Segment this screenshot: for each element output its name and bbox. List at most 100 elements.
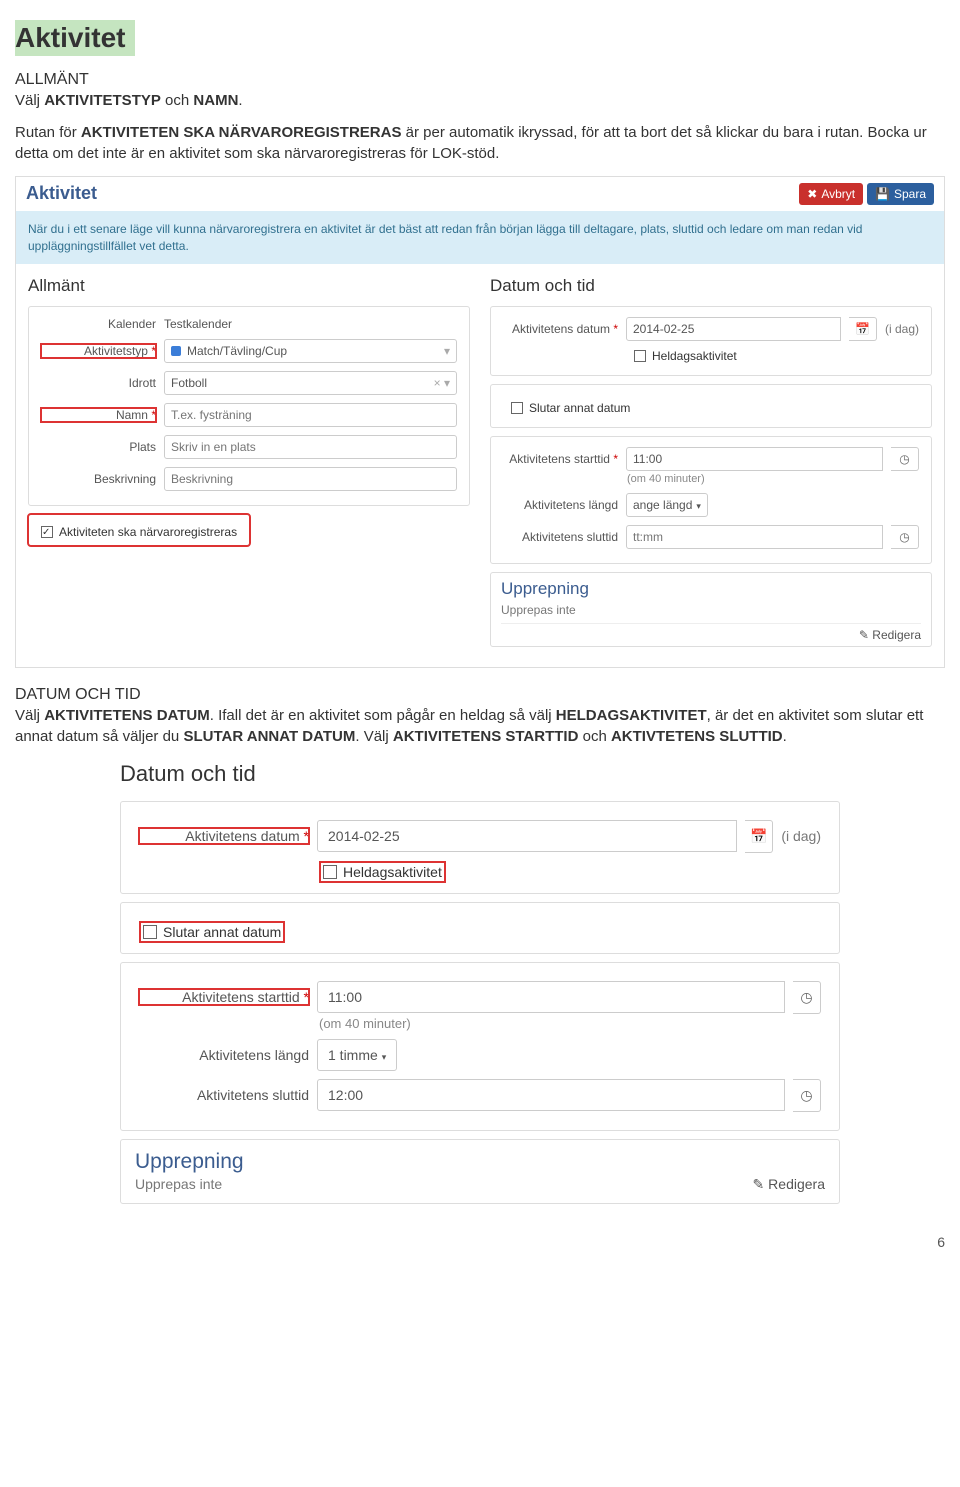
t: 1 timme [328,1047,378,1063]
t: . [238,92,242,109]
t: Avbryt [821,187,855,201]
t: . Ifall det är en aktivitet som pågår en… [210,707,556,724]
langd-select-2[interactable]: 1 timme ▾ [317,1039,397,1071]
datum-input[interactable]: 2014-02-25 [626,317,841,341]
checkbox-icon [143,925,157,939]
upprepning-panel: Upprepning Upprepas inte ✎ Redigera [490,572,932,647]
slutar-checkbox-row-2[interactable]: Slutar annat datum [143,924,281,940]
aktivitetstyp-select[interactable]: Match/Tävling/Cup▾ [164,339,457,363]
checkbox-icon [41,526,53,538]
cancel-button[interactable]: ✖ Avbryt [799,183,863,205]
sluttid-label: Aktivitetens sluttid [503,530,618,544]
plats-label: Plats [41,440,156,454]
t: NAMN [193,92,238,109]
kalender-label: Kalender [41,317,156,331]
page-number: 6 [15,1234,945,1250]
starttid-note-2: (om 40 minuter) [319,1016,821,1031]
datum-input-2[interactable]: 2014-02-25 [317,820,737,852]
upprepning-sub: Upprepas inte [501,603,576,617]
page-heading: Aktivitet [15,20,135,56]
starttid-label: Aktivitetens starttid [503,452,618,466]
chevron-down-icon: ▾ [382,1052,387,1062]
datum-column: Datum och tid Aktivitetens datum 2014-02… [490,276,932,655]
starttid-note: (om 40 minuter) [627,473,919,485]
t: HELDAGSAKTIVITET [556,707,707,724]
t: . Välj [355,728,393,745]
calendar-icon[interactable]: 📅 [849,317,877,341]
namn-input[interactable] [164,403,457,427]
sluttid-input-2[interactable]: 12:00 [317,1079,785,1111]
t: Välj [15,92,44,109]
t: Rutan för [15,124,81,141]
langd-select[interactable]: ange längd ▾ [626,493,708,517]
color-swatch-icon [171,346,181,356]
t: SLUTAR ANNAT DATUM [183,728,355,745]
langd-label-2: Aktivitetens längd [139,1047,309,1063]
sluttid-label-2: Aktivitetens sluttid [139,1087,309,1103]
checkbox-icon [511,402,523,414]
allmant-label: ALLMÄNT [15,71,945,89]
panel-header: Aktivitet ✖ Avbryt 💾Spara [16,177,944,211]
slutar-checkbox-row[interactable]: Slutar annat datum [503,401,919,415]
checkbox-icon [323,865,337,879]
starttid-input-2[interactable]: 11:00 [317,981,785,1013]
aktivitetstyp-label: Aktivitetstyp [41,344,156,358]
langd-label: Aktivitetens längd [503,498,618,512]
heldag-highlighted: Heldagsaktivitet [319,861,446,883]
t: AKTIVITETENS DATUM [44,707,210,724]
idrott-select[interactable]: Fotboll × ▾ [164,371,457,395]
beskrivning-label: Beskrivning [41,472,156,486]
redigera-link[interactable]: ✎ Redigera [859,628,921,642]
t: AKTIVITETENS STARTTID [393,728,579,745]
mid-para: Välj AKTIVITETENS DATUM. Ifall det är en… [15,706,945,747]
slutar-label: Slutar annat datum [529,401,630,415]
clear-icon[interactable]: × ▾ [434,376,450,390]
upprepning-title-2: Upprepning [135,1150,825,1174]
edit-icon: ✎ [753,1176,769,1192]
t: Fotboll [171,376,207,390]
edit-icon: ✎ [859,628,872,642]
sluttid-input[interactable] [626,525,883,549]
chevron-down-icon: ▾ [696,501,701,511]
upprepning-panel-2: Upprepning Upprepas inte ✎ Redigera [120,1139,840,1204]
t: AKTIVTETENS SLUTTID [611,728,783,745]
heldag-checkbox-row[interactable]: Heldagsaktivitet [626,349,919,363]
datum-och-tid-label: DATUM OCH TID [15,686,945,704]
t: ange längd [633,498,692,512]
narvaro-checkbox-row[interactable]: Aktiviteten ska närvaroregistreras [41,525,237,539]
clock-icon[interactable]: ◷ [793,1079,821,1112]
namn-label: Namn [41,408,156,422]
t: AKTIVITETSTYP [44,92,161,109]
starttid-label-2: Aktivitetens starttid [139,989,309,1005]
t: och [161,92,194,109]
datum-heading: Datum och tid [490,276,932,296]
beskrivning-input[interactable] [164,467,457,491]
checkbox-icon [634,350,646,362]
datum-heading-2: Datum och tid [120,761,840,787]
t: Välj [15,707,44,724]
heldag-checkbox-row-2[interactable]: Heldagsaktivitet [323,864,442,880]
panel-actions: ✖ Avbryt 💾Spara [799,183,934,205]
allmant-heading: Allmänt [28,276,470,296]
idag-note: (i dag) [885,322,919,336]
intro-para2: Rutan för AKTIVITETEN SKA NÄRVAROREGISTR… [15,123,945,164]
calendar-icon[interactable]: 📅 [745,820,773,853]
close-icon: ✖ [807,187,817,201]
t: Redigera [768,1176,825,1192]
t: . [783,728,787,745]
clock-icon[interactable]: ◷ [891,447,919,471]
upprepning-title: Upprepning [501,579,921,599]
save-button[interactable]: 💾Spara [867,183,934,205]
t: Spara [894,187,926,201]
starttid-input[interactable]: 11:00 [626,447,883,471]
datum-label: Aktivitetens datum [503,322,618,336]
idrott-label: Idrott [41,376,156,390]
panel-title: Aktivitet [26,183,97,204]
clock-icon[interactable]: ◷ [891,525,919,549]
t: Match/Tävling/Cup [187,344,287,358]
slutar-label-2: Slutar annat datum [163,924,281,940]
redigera-link-2[interactable]: ✎ Redigera [753,1176,825,1193]
plats-input[interactable] [164,435,457,459]
datum-form-image: Datum och tid Aktivitetens datum 2014-02… [120,761,840,1204]
clock-icon[interactable]: ◷ [793,981,821,1014]
